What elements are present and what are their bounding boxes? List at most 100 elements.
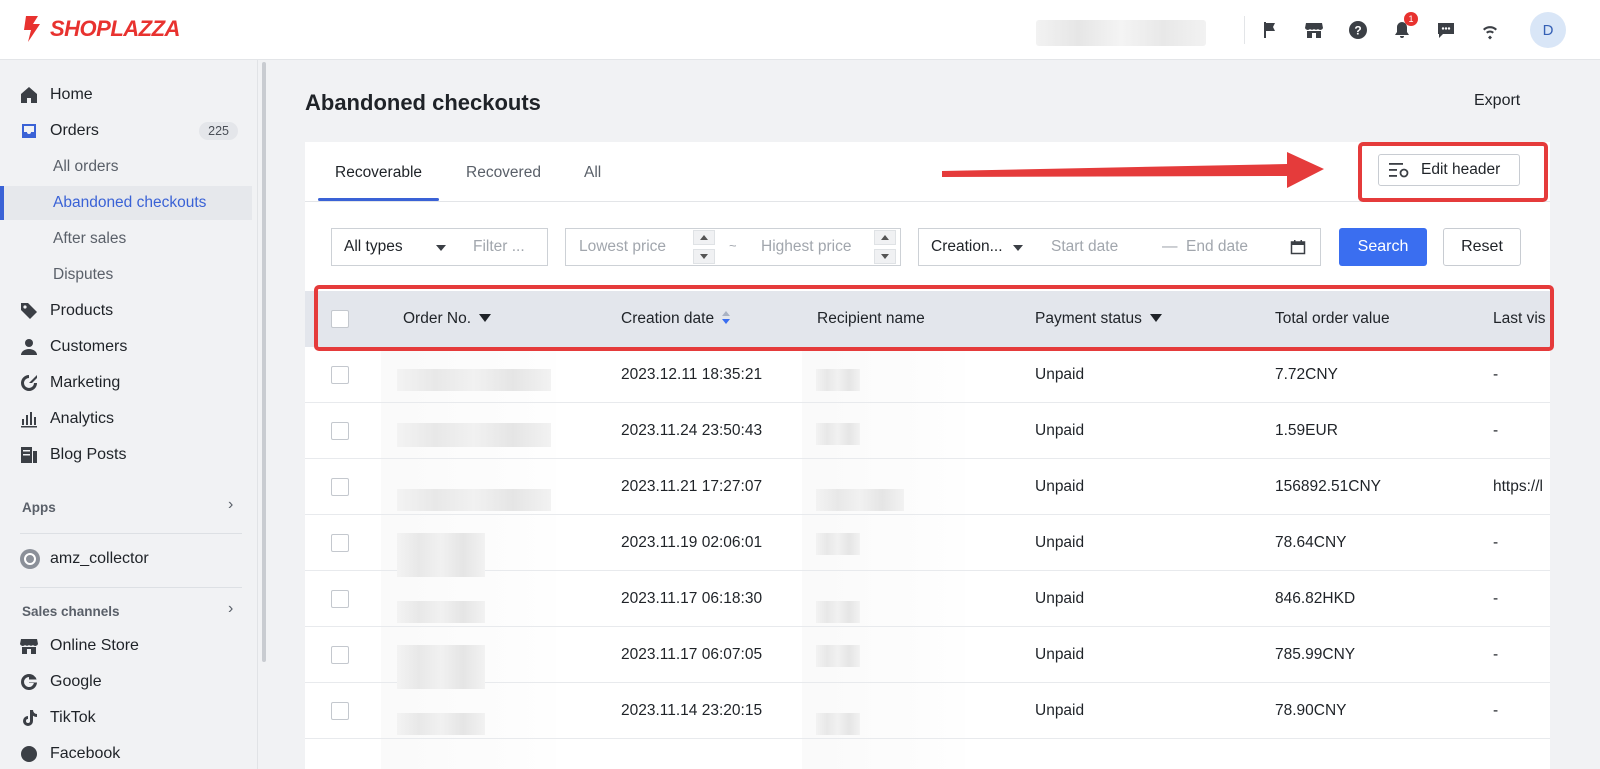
- sidebar-item-label: Abandoned checkouts: [53, 194, 207, 211]
- chevron-down-icon: [436, 245, 446, 251]
- sidebar-item-online-store[interactable]: Online Store: [0, 629, 252, 663]
- page-title: Abandoned checkouts: [305, 90, 541, 115]
- annotation-box-table-header: [314, 285, 1554, 351]
- order-no-blurred[interactable]: [397, 713, 485, 735]
- tab-recovered[interactable]: Recovered: [466, 164, 541, 182]
- sidebar-item-google[interactable]: Google: [0, 665, 252, 699]
- sidebar-item-home[interactable]: Home: [0, 78, 252, 112]
- order-no-blurred[interactable]: [397, 423, 551, 447]
- order-no-blurred[interactable]: [397, 601, 485, 623]
- sidebar-divider: [20, 533, 242, 534]
- date-type-select[interactable]: Creation...: [918, 228, 1039, 266]
- recipient-name-blurred: [816, 601, 860, 623]
- creation-date-cell: 2023.11.19 02:06:01: [621, 534, 763, 551]
- total-value-cell: 846.82HKD: [1275, 590, 1356, 607]
- table-row[interactable]: 2023.11.14 23:20:15 Unpaid 78.90CNY -: [305, 683, 1550, 739]
- sidebar-item-facebook[interactable]: Facebook: [0, 737, 252, 769]
- type-select[interactable]: All types: [331, 228, 462, 266]
- chevron-down-icon: [1013, 245, 1023, 251]
- total-value-cell: 78.64CNY: [1275, 534, 1347, 551]
- last-visited-link[interactable]: https://l: [1493, 478, 1543, 496]
- order-no-blurred[interactable]: [397, 369, 551, 391]
- date-range-picker[interactable]: Start date — End date: [1038, 228, 1321, 266]
- sidebar-item-label: Disputes: [53, 266, 114, 283]
- creation-date-cell: 2023.11.17 06:07:05: [621, 646, 763, 663]
- row-checkbox[interactable]: [331, 478, 349, 496]
- end-date-placeholder: End date: [1186, 238, 1249, 255]
- google-icon: [21, 674, 37, 690]
- sidebar-item-abandoned-checkouts[interactable]: Abandoned checkouts: [0, 186, 252, 220]
- table-row[interactable]: 2023.11.17 06:07:05 Unpaid 785.99CNY -: [305, 627, 1550, 689]
- payment-status-cell: Unpaid: [1035, 702, 1085, 719]
- orders-icon: [22, 124, 36, 138]
- tab-recoverable[interactable]: Recoverable: [335, 164, 422, 182]
- sidebar-item-customers[interactable]: Customers: [0, 330, 252, 364]
- lowest-price-stepper[interactable]: [693, 230, 715, 264]
- date-type-value: Creation...: [931, 238, 1003, 255]
- store-name-blurred[interactable]: [1036, 20, 1206, 46]
- recipient-name-blurred: [816, 645, 860, 667]
- reset-button[interactable]: Reset: [1443, 228, 1521, 266]
- sales-channels-section-label: Sales channels: [22, 604, 120, 619]
- sidebar-item-blog-posts[interactable]: Blog Posts: [0, 438, 252, 472]
- tab-all[interactable]: All: [584, 164, 601, 182]
- payment-status-cell: Unpaid: [1035, 478, 1085, 495]
- chevron-right-icon[interactable]: ›: [228, 600, 233, 618]
- price-range-separator: ~: [729, 238, 737, 253]
- search-button[interactable]: Search: [1339, 228, 1427, 266]
- sidebar-item-all-orders[interactable]: All orders: [0, 150, 252, 184]
- row-checkbox[interactable]: [331, 646, 349, 664]
- row-checkbox[interactable]: [331, 590, 349, 608]
- wifi-icon[interactable]: [1478, 18, 1502, 42]
- sidebar-item-label: Facebook: [50, 745, 121, 762]
- shoplazza-logo[interactable]: SHOPLAZZA: [20, 14, 180, 44]
- table-row[interactable]: 2023.11.24 23:50:43 Unpaid 1.59EUR -: [305, 403, 1550, 459]
- creation-date-cell: 2023.12.11 18:35:21: [621, 366, 763, 383]
- svg-text:?: ?: [1354, 24, 1361, 38]
- bell-icon[interactable]: 1: [1390, 12, 1418, 42]
- sidebar-item-label: TikTok: [50, 709, 96, 726]
- sidebar-divider: [20, 587, 242, 588]
- creation-date-cell: 2023.11.14 23:20:15: [621, 702, 763, 719]
- avatar[interactable]: D: [1530, 12, 1566, 48]
- chat-icon[interactable]: [1434, 18, 1458, 42]
- checkouts-card: Recoverable Recovered All Edit header Al…: [305, 142, 1550, 769]
- lowest-price-input[interactable]: Lowest price: [579, 238, 666, 256]
- sidebar-item-analytics[interactable]: Analytics: [0, 402, 252, 436]
- flag-icon[interactable]: [1258, 18, 1282, 42]
- calendar-icon: [1290, 240, 1306, 255]
- apps-section-label: Apps: [22, 500, 56, 515]
- sidebar-item-marketing[interactable]: Marketing: [0, 366, 252, 400]
- store-icon[interactable]: [1302, 18, 1326, 42]
- row-checkbox[interactable]: [331, 366, 349, 384]
- order-no-blurred[interactable]: [397, 489, 551, 511]
- active-indicator: [0, 186, 4, 220]
- highest-price-input[interactable]: Highest price: [761, 238, 851, 256]
- sidebar-item-disputes[interactable]: Disputes: [0, 258, 252, 292]
- payment-status-cell: Unpaid: [1035, 646, 1085, 663]
- orders-count-badge: 225: [199, 122, 238, 140]
- sidebar-item-orders[interactable]: Orders 225: [0, 114, 252, 148]
- last-visited-cell: -: [1493, 590, 1499, 607]
- table-row[interactable]: 2023.11.21 17:27:07 Unpaid 156892.51CNY …: [305, 459, 1550, 515]
- recipient-name-blurred: [816, 489, 904, 511]
- top-bar: SHOPLAZZA ? 1 D: [0, 0, 1600, 60]
- sidebar-item-tiktok[interactable]: TikTok: [0, 701, 252, 735]
- filter-input-placeholder: Filter ...: [473, 238, 525, 255]
- help-icon[interactable]: ?: [1346, 18, 1370, 42]
- sidebar-item-products[interactable]: Products: [0, 294, 252, 328]
- row-checkbox[interactable]: [331, 534, 349, 552]
- table-row[interactable]: 2023.11.17 06:18:30 Unpaid 846.82HKD -: [305, 571, 1550, 627]
- sidebar-scrollbar[interactable]: [262, 62, 266, 662]
- filter-input[interactable]: Filter ...: [461, 228, 548, 266]
- table-row[interactable]: 2023.12.11 18:35:21 Unpaid 7.72CNY -: [305, 347, 1550, 403]
- highest-price-stepper[interactable]: [874, 230, 896, 264]
- export-button[interactable]: Export: [1474, 92, 1520, 110]
- sidebar-item-after-sales[interactable]: After sales: [0, 222, 252, 256]
- sidebar-item-amz-collector[interactable]: amz_collector: [0, 542, 252, 576]
- row-checkbox[interactable]: [331, 422, 349, 440]
- chevron-right-icon[interactable]: ›: [228, 496, 233, 514]
- payment-status-cell: Unpaid: [1035, 590, 1085, 607]
- table-row[interactable]: 2023.11.19 02:06:01 Unpaid 78.64CNY -: [305, 515, 1550, 577]
- row-checkbox[interactable]: [331, 702, 349, 720]
